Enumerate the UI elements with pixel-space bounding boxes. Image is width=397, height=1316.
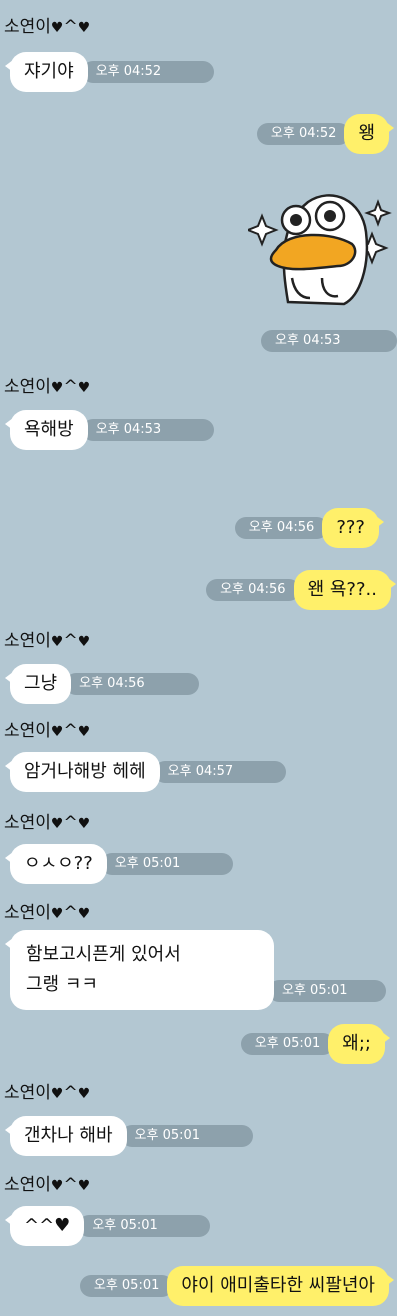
sender-name-suffix: ^ bbox=[63, 903, 78, 923]
heart-icon: ♥ bbox=[77, 20, 91, 36]
heart-icon: ♥ bbox=[50, 20, 64, 36]
sender-name-text: 소연이 bbox=[4, 1083, 51, 1103]
message-time: 오후 04:52 bbox=[256, 123, 351, 145]
heart-icon: ♥ bbox=[77, 634, 91, 650]
message-time: 오후 05:01 bbox=[78, 1215, 211, 1237]
sender-name: 소연이♥^♥ bbox=[4, 1078, 90, 1103]
message-bubble[interactable]: 왠 욕??.. bbox=[293, 570, 397, 610]
message-time: 오후 04:56 bbox=[234, 517, 329, 539]
sender-name: 소연이♥^♥ bbox=[4, 898, 90, 923]
chat-log: 소연이♥^♥ 쟈기야 오후 04:52 오후 04:52 왱 오후 04:53 bbox=[0, 0, 397, 1316]
message-text: ^^ bbox=[24, 1215, 55, 1236]
message-bubble[interactable]: 왱 bbox=[344, 114, 394, 154]
heart-icon: ♥ bbox=[77, 816, 91, 832]
heart-icon: ♥ bbox=[50, 380, 64, 396]
message-time: 오후 04:53 bbox=[81, 419, 214, 441]
message-line: 함보고시픈게 있어서 bbox=[26, 944, 181, 965]
message-time: 오후 05:01 bbox=[100, 853, 233, 875]
heart-icon: ♥ bbox=[50, 1086, 64, 1102]
heart-icon: ♥ bbox=[77, 906, 91, 922]
message-time: 오후 04:52 bbox=[81, 61, 214, 83]
message-bubble[interactable]: 쟈기야 bbox=[5, 52, 88, 92]
heart-icon: ♥ bbox=[77, 724, 91, 740]
heart-icon: ♥ bbox=[50, 906, 64, 922]
sender-name-suffix: ^ bbox=[63, 1175, 78, 1195]
heart-icon: ♥ bbox=[50, 1178, 64, 1194]
sender-name-text: 소연이 bbox=[4, 17, 51, 37]
sender-name: 소연이♥^♥ bbox=[4, 716, 90, 741]
message-time: 오후 05:01 bbox=[120, 1125, 253, 1147]
sender-name-text: 소연이 bbox=[4, 721, 51, 741]
sender-name: 소연이♥^♥ bbox=[4, 1170, 90, 1195]
message-bubble[interactable]: 그냥 bbox=[4, 664, 72, 704]
heart-icon: ♥ bbox=[50, 724, 64, 740]
sender-name: 소연이♥^♥ bbox=[4, 12, 90, 37]
message-time: 오후 04:56 bbox=[206, 579, 300, 601]
sender-name-suffix: ^ bbox=[63, 813, 78, 833]
message-bubble[interactable]: ^^♥ bbox=[4, 1206, 85, 1246]
message-bubble[interactable]: 갠차나 해바 bbox=[5, 1116, 127, 1156]
sender-name-text: 소연이 bbox=[4, 377, 51, 397]
message-time: 오후 05:01 bbox=[268, 980, 386, 1002]
message-bubble[interactable]: 함보고시픈게 있어서 그랭 ㅋㅋ bbox=[5, 930, 274, 1010]
message-time: 오후 04:57 bbox=[153, 761, 286, 783]
sender-name-suffix: ^ bbox=[63, 721, 78, 741]
sender-name-suffix: ^ bbox=[63, 631, 78, 651]
sender-name: 소연이♥^♥ bbox=[4, 626, 90, 651]
sender-name-text: 소연이 bbox=[4, 1175, 51, 1195]
message-time: 오후 05:01 bbox=[79, 1275, 174, 1297]
message-bubble[interactable]: 왜;; bbox=[328, 1024, 390, 1064]
heart-icon: ♥ bbox=[50, 816, 64, 832]
sender-name-text: 소연이 bbox=[4, 631, 51, 651]
message-time: 오후 04:56 bbox=[65, 673, 200, 695]
sender-name-suffix: ^ bbox=[63, 377, 78, 397]
sender-name-suffix: ^ bbox=[63, 1083, 78, 1103]
sender-name-suffix: ^ bbox=[63, 17, 78, 37]
message-bubble[interactable]: 야이 애미출타한 씨팔년아 bbox=[167, 1266, 394, 1306]
message-bubble[interactable]: 욕해방 bbox=[5, 410, 88, 450]
heart-icon: ♥ bbox=[50, 634, 64, 650]
message-time: 오후 05:01 bbox=[240, 1033, 335, 1055]
heart-icon: ♥ bbox=[77, 1086, 91, 1102]
duck-sticker-icon[interactable] bbox=[248, 186, 392, 318]
sender-name-text: 소연이 bbox=[4, 903, 51, 923]
sender-name-text: 소연이 bbox=[4, 813, 51, 833]
sender-name: 소연이♥^♥ bbox=[4, 372, 90, 397]
message-line: 그랭 ㅋㅋ bbox=[26, 974, 98, 995]
heart-icon: ♥ bbox=[54, 1215, 71, 1236]
message-bubble[interactable]: ㅇㅅㅇ?? bbox=[5, 844, 107, 884]
message-time: 오후 04:53 bbox=[261, 330, 397, 352]
message-bubble[interactable]: 암거나해방 헤헤 bbox=[5, 752, 160, 792]
sender-name: 소연이♥^♥ bbox=[4, 808, 90, 833]
heart-icon: ♥ bbox=[77, 1178, 91, 1194]
message-bubble[interactable]: ??? bbox=[322, 508, 384, 548]
heart-icon: ♥ bbox=[77, 380, 91, 396]
